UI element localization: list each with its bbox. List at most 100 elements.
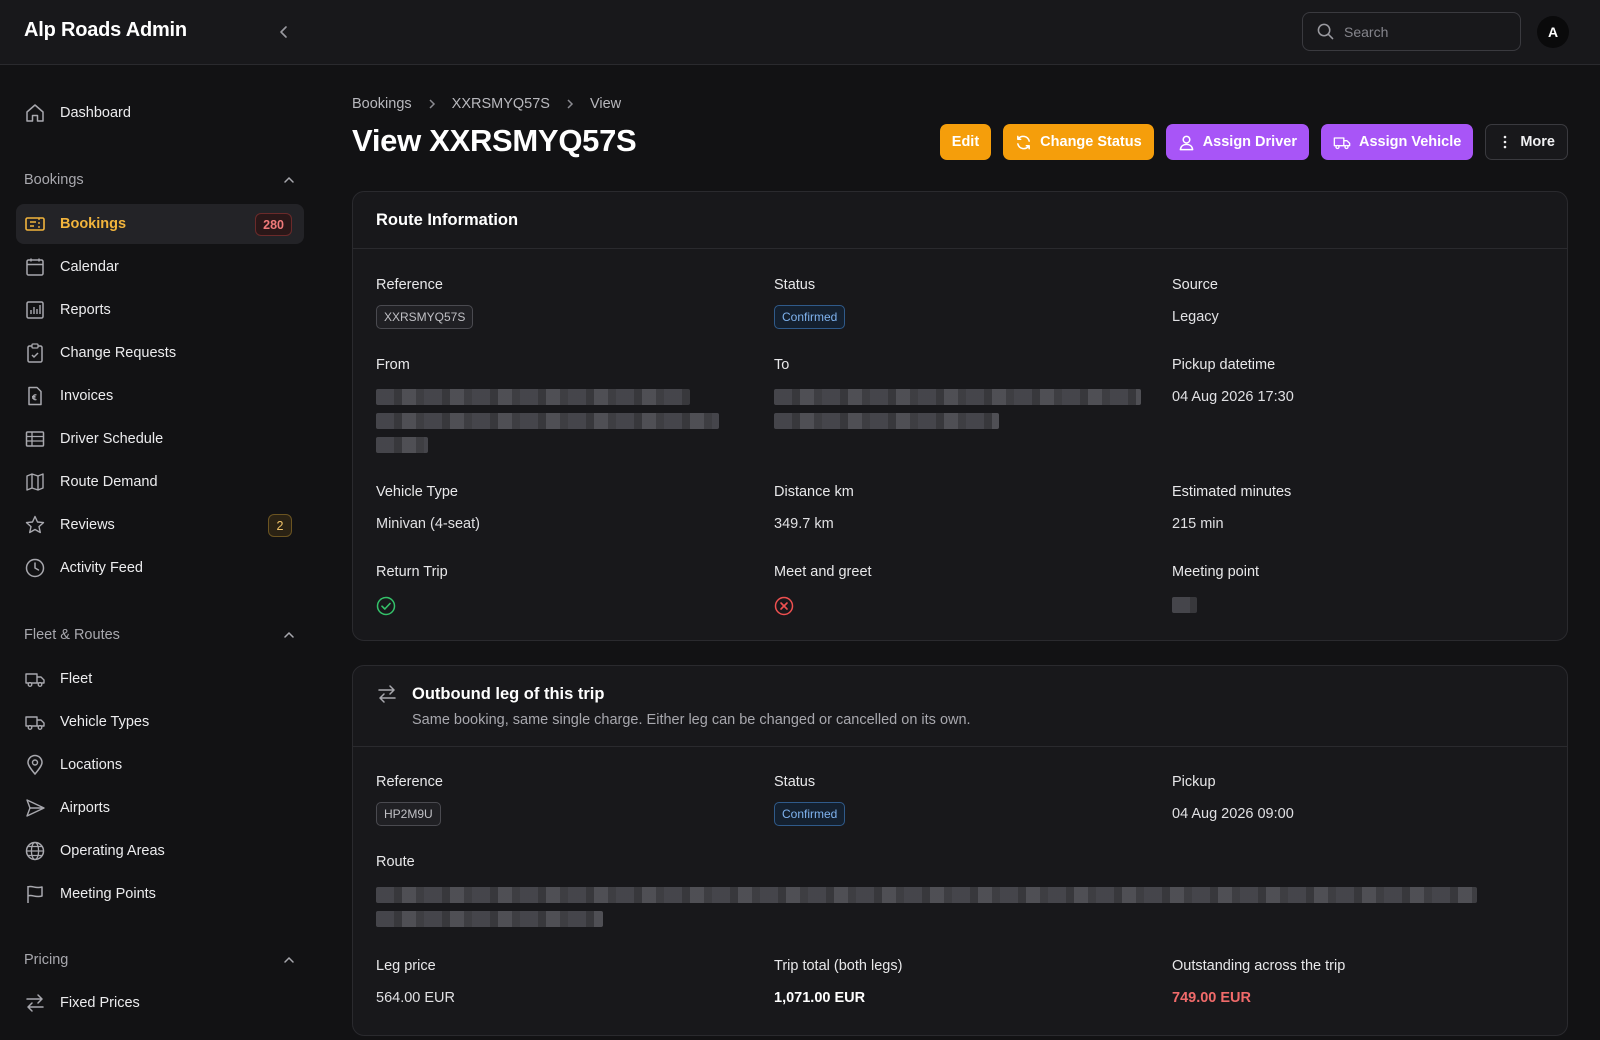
vehicle-type-value: Minivan (4-seat): [376, 516, 480, 532]
button-label: Assign Driver: [1202, 134, 1297, 150]
vehicle-type-label: Vehicle Type: [376, 484, 458, 500]
sidebar-group-label: Bookings: [24, 172, 84, 188]
sidebar-item-meeting-points[interactable]: Meeting Points: [16, 874, 304, 914]
leg-status-label: Status: [774, 774, 816, 790]
sidebar-item-label: Driver Schedule: [60, 431, 164, 447]
sidebar-item-label: Bookings: [60, 216, 127, 232]
sidebar-item-fixed-prices[interactable]: Fixed Prices: [16, 983, 304, 1023]
bookings-count-badge: 280: [255, 213, 292, 236]
user-icon: [1179, 135, 1194, 150]
sidebar-item-label: Locations: [60, 757, 123, 773]
sidebar-item-locations[interactable]: Locations: [16, 745, 304, 785]
sidebar-group-label: Fleet & Routes: [24, 627, 120, 643]
change-status-button[interactable]: Change Status: [1003, 124, 1154, 160]
check-circle-icon: [376, 596, 396, 616]
assign-vehicle-button[interactable]: Assign Vehicle: [1320, 124, 1474, 160]
sidebar-item-label: Invoices: [60, 388, 114, 404]
paper-plane-icon: [24, 797, 46, 819]
search-box[interactable]: [1302, 12, 1521, 51]
flag-icon: [24, 883, 46, 905]
user-avatar[interactable]: A: [1537, 16, 1569, 48]
sidebar-item-calendar[interactable]: Calendar: [16, 247, 304, 287]
reference-label: Reference: [376, 277, 443, 293]
trip-total-value: 1,071.00 EUR: [774, 990, 866, 1006]
from-address-redacted: [376, 413, 719, 429]
search-input[interactable]: [1344, 23, 1514, 40]
outstanding-value: 749.00 EUR: [1172, 990, 1251, 1006]
meeting-point-redacted: [1172, 597, 1197, 613]
card-title: Route Information: [376, 211, 519, 229]
button-label: Change Status: [1040, 134, 1142, 150]
chevron-up-icon: [284, 631, 294, 638]
estimated-minutes-label: Estimated minutes: [1172, 484, 1292, 500]
assign-driver-button[interactable]: Assign Driver: [1165, 124, 1309, 160]
sidebar-group-pricing[interactable]: Pricing: [24, 948, 296, 972]
sidebar-item-activity-feed[interactable]: Activity Feed: [16, 548, 304, 588]
sidebar-item-label: Activity Feed: [60, 560, 143, 576]
outbound-leg-card: Outbound leg of this trip Same booking, …: [352, 665, 1568, 1036]
sidebar-item-invoices[interactable]: Invoices: [16, 376, 304, 416]
edit-button[interactable]: Edit: [939, 124, 992, 160]
breadcrumb: Bookings XXRSMYQ57S View: [352, 96, 621, 112]
sidebar-item-label: Dashboard: [60, 105, 131, 121]
sidebar-item-route-demand[interactable]: Route Demand: [16, 462, 304, 502]
button-label: More: [1520, 134, 1555, 150]
button-label: Assign Vehicle: [1358, 134, 1462, 150]
map-icon: [24, 471, 46, 493]
home-icon: [24, 102, 46, 124]
outstanding-label: Outstanding across the trip: [1172, 958, 1346, 974]
status-badge: Confirmed: [774, 305, 846, 329]
leg-reference-value[interactable]: HP2M9U: [376, 802, 441, 826]
sidebar-item-label: Airports: [60, 800, 110, 816]
page-title: View XXRSMYQ57S: [352, 123, 637, 158]
collapse-sidebar-button[interactable]: [272, 20, 296, 44]
sidebar-item-change-requests[interactable]: Change Requests: [16, 333, 304, 373]
leg-price-value: 564.00 EUR: [376, 990, 455, 1006]
sidebar-group-bookings[interactable]: Bookings: [24, 168, 296, 192]
chevron-right-icon: [426, 98, 438, 110]
to-address-redacted: [774, 413, 999, 429]
sidebar-group-fleet-routes[interactable]: Fleet & Routes: [24, 623, 296, 647]
sidebar-item-driver-schedule[interactable]: Driver Schedule: [16, 419, 304, 459]
sidebar-item-reviews[interactable]: Reviews 2: [16, 505, 304, 545]
sidebar-item-reports[interactable]: Reports: [16, 290, 304, 330]
card-header: Route Information: [353, 192, 1567, 249]
truck-icon: [1333, 136, 1351, 149]
sidebar-item-label: Fleet: [60, 671, 93, 687]
from-address-redacted: [376, 437, 428, 453]
sidebar-item-dashboard[interactable]: Dashboard: [16, 93, 304, 133]
sidebar: Dashboard Bookings Bookings 280 Calendar…: [0, 65, 320, 1040]
sidebar-item-vehicle-types[interactable]: Vehicle Types: [16, 702, 304, 742]
sidebar-group-label: Pricing: [24, 952, 69, 968]
sidebar-item-label: Route Demand: [60, 474, 158, 490]
sidebar-item-airports[interactable]: Airports: [16, 788, 304, 828]
reference-value: XXRSMYQ57S: [376, 305, 474, 329]
pickup-datetime-label: Pickup datetime: [1172, 357, 1276, 373]
x-circle-icon: [774, 596, 794, 616]
sidebar-item-label: Vehicle Types: [60, 714, 150, 730]
more-button[interactable]: More: [1485, 124, 1568, 160]
sidebar-item-fleet[interactable]: Fleet: [16, 659, 304, 699]
breadcrumb-booking-ref[interactable]: XXRSMYQ57S: [452, 96, 550, 112]
sidebar-item-label: Reports: [60, 302, 111, 318]
leg-status-badge: Confirmed: [774, 802, 846, 826]
clipboard-check-icon: [24, 342, 46, 364]
leg-pickup-label: Pickup: [1172, 774, 1216, 790]
source-value: Legacy: [1172, 309, 1219, 325]
truck-icon: [24, 711, 46, 733]
sidebar-item-bookings[interactable]: Bookings 280: [16, 204, 304, 244]
top-bar: Alp Roads Admin A: [0, 0, 1600, 65]
truck-icon: [24, 668, 46, 690]
breadcrumb-bookings[interactable]: Bookings: [352, 96, 412, 112]
card-title: Outbound leg of this trip: [412, 685, 605, 703]
reviews-count-badge: 2: [268, 514, 292, 537]
meeting-point-label: Meeting point: [1172, 564, 1260, 580]
page-actions: Edit Change Status Assign Driver Assign …: [939, 124, 1568, 160]
route-information-card: Route Information Reference XXRSMYQ57S S…: [352, 191, 1568, 641]
leg-route-redacted: [376, 911, 603, 927]
card-subtitle: Same booking, same single charge. Either…: [412, 712, 971, 728]
leg-route-redacted: [376, 887, 1477, 903]
refresh-icon: [1017, 135, 1031, 149]
sidebar-item-operating-areas[interactable]: Operating Areas: [16, 831, 304, 871]
meet-and-greet-label: Meet and greet: [774, 564, 872, 580]
